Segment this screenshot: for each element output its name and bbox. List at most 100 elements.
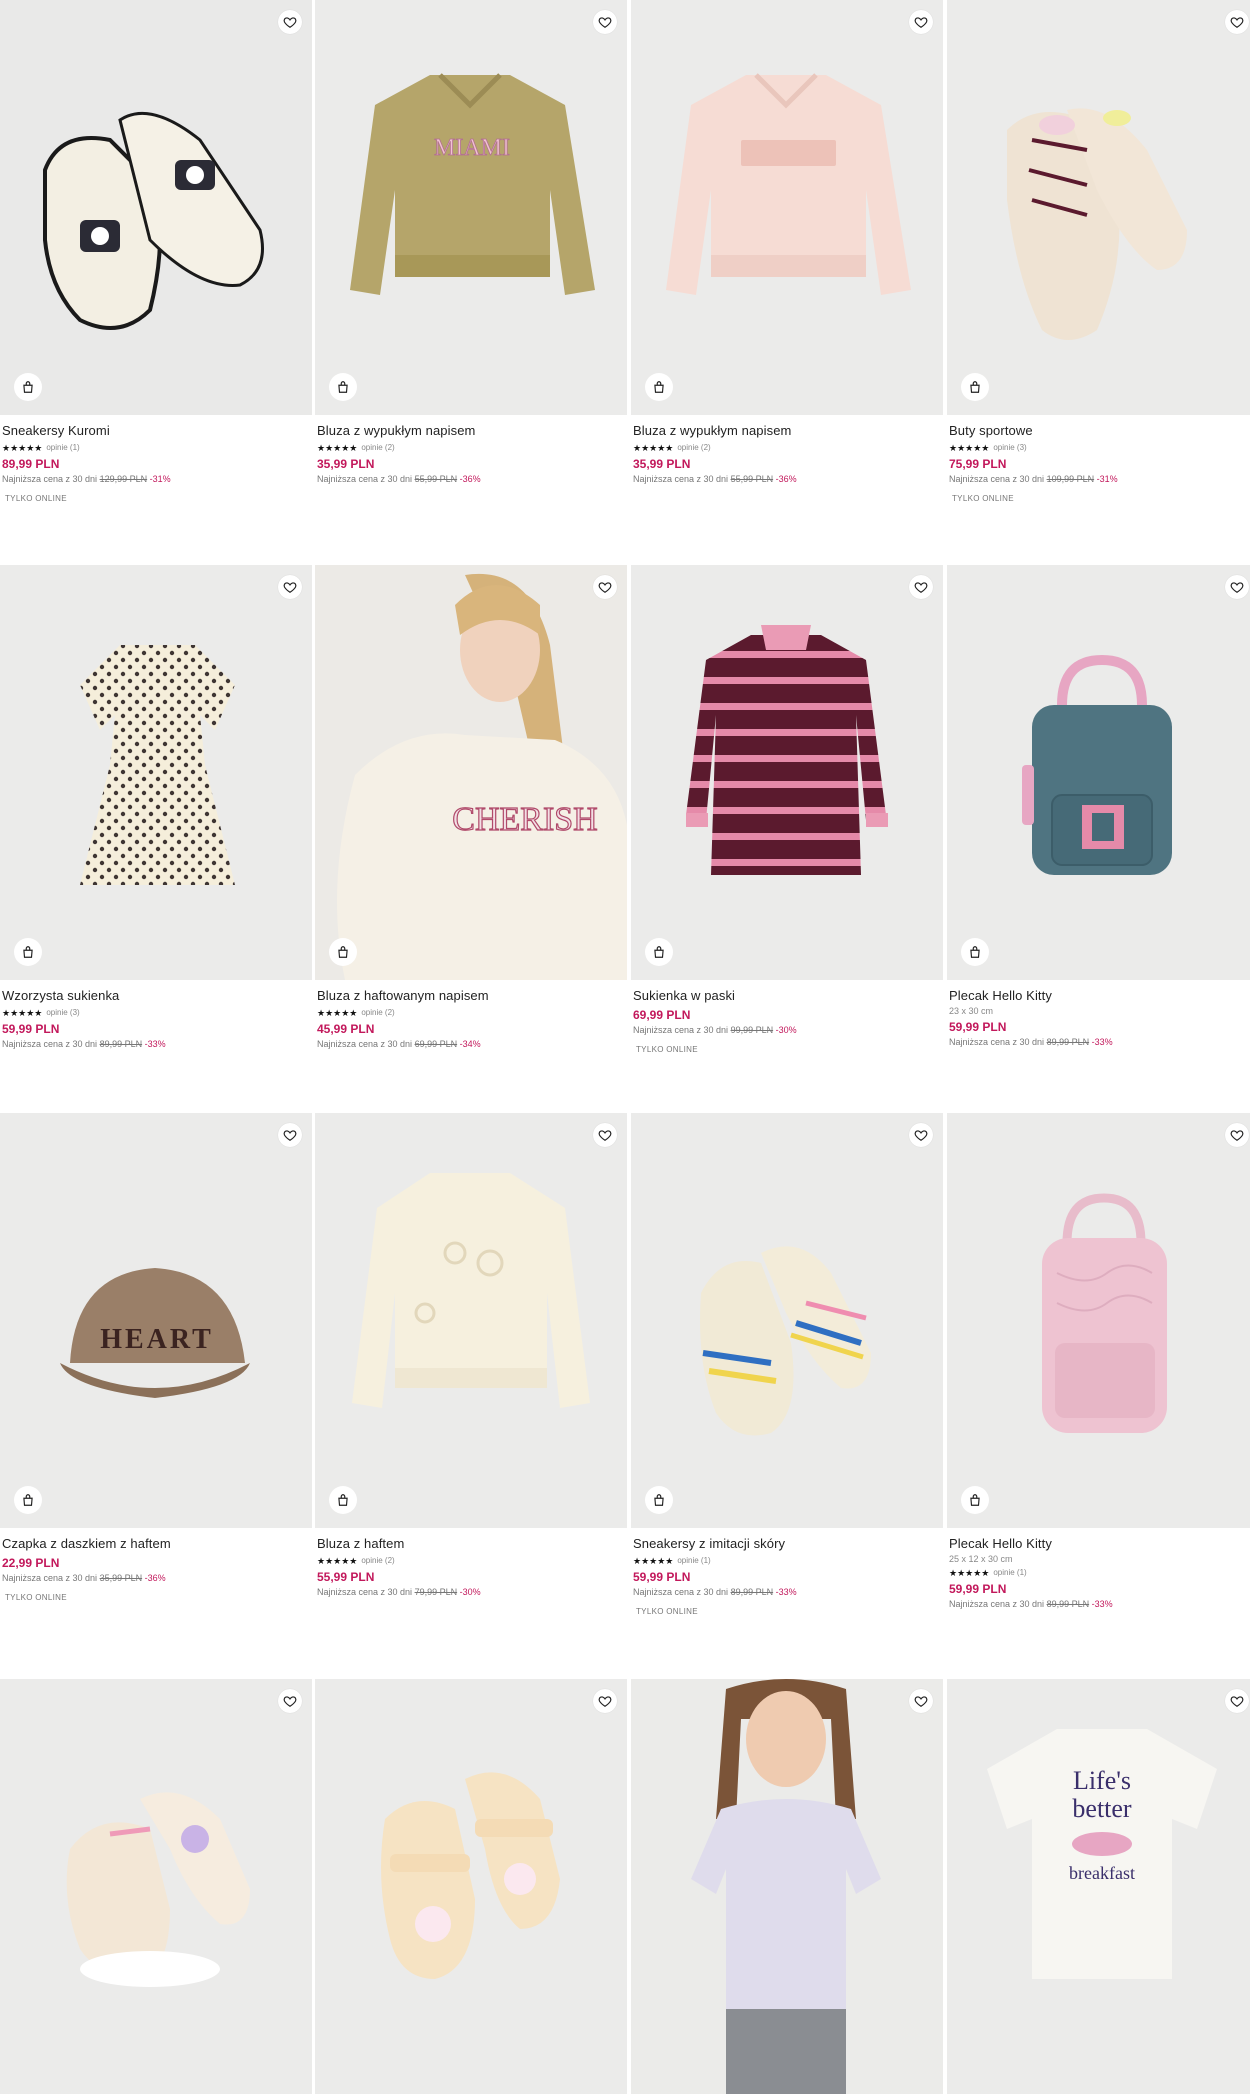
product-image[interactable] (947, 1113, 1250, 1528)
reviews-count[interactable]: opinie (2) (361, 1008, 394, 1017)
wishlist-heart-icon[interactable] (909, 1689, 933, 1713)
reviews-count[interactable]: opinie (2) (677, 443, 710, 452)
add-to-cart-bag-icon[interactable] (961, 1486, 989, 1514)
rating-stars: ★★★★★ (2, 442, 43, 453)
product-card[interactable]: Bluza z haftem ★★★★★ opinie (2) 55,99 PLN… (315, 1113, 627, 1597)
product-image[interactable] (0, 565, 312, 980)
wishlist-heart-icon[interactable] (278, 1123, 302, 1147)
product-image[interactable] (631, 0, 943, 415)
wishlist-heart-icon[interactable] (909, 10, 933, 34)
embroidered-cap-image: HEART (0, 1113, 312, 1528)
product-card[interactable] (315, 1679, 627, 2094)
add-to-cart-bag-icon[interactable] (961, 373, 989, 401)
old-price: 89,99 PLN (1046, 1037, 1090, 1047)
product-rating: ★★★★★ opinie (3) (949, 442, 1250, 453)
product-card[interactable]: Sneakersy z imitacji skóry ★★★★★ opinie (… (631, 1113, 943, 1616)
wishlist-heart-icon[interactable] (278, 1689, 302, 1713)
product-rating: ★★★★★ opinie (2) (317, 1555, 625, 1566)
product-card[interactable]: Sukienka w paski 69,99 PLN Najniższa cen… (631, 565, 943, 1054)
add-to-cart-bag-icon[interactable] (329, 938, 357, 966)
product-image[interactable]: CHERISH (315, 565, 627, 980)
reviews-count[interactable]: opinie (2) (361, 1556, 394, 1565)
product-image[interactable] (947, 0, 1250, 415)
product-card[interactable]: Sneakersy Kuromi ★★★★★ opinie (1) 89,99 P… (0, 0, 312, 503)
product-image[interactable] (0, 1679, 312, 2094)
reviews-count[interactable]: opinie (3) (993, 443, 1026, 452)
rating-stars: ★★★★★ (633, 442, 674, 453)
product-price: 22,99 PLN (2, 1556, 60, 1570)
product-name[interactable]: Bluza z haftem (317, 1536, 625, 1552)
product-name[interactable]: Bluza z wypukłym napisem (633, 423, 941, 439)
print-text: CHERISH (452, 801, 597, 838)
online-only-label: TYLKO ONLINE (952, 494, 1014, 503)
product-card[interactable]: CHERISH Bluza z haftowanym napisem ★★★★★… (315, 565, 627, 1049)
product-card[interactable]: Life's better breakfast (947, 1679, 1250, 2094)
product-image[interactable] (315, 1113, 627, 1528)
add-to-cart-bag-icon[interactable] (961, 938, 989, 966)
add-to-cart-bag-icon[interactable] (14, 938, 42, 966)
kitty-sandals-image (315, 1679, 627, 2094)
product-rating: ★★★★★ opinie (3) (2, 1007, 310, 1018)
wishlist-heart-icon[interactable] (1225, 1689, 1249, 1713)
reviews-count[interactable]: opinie (1) (677, 1556, 710, 1565)
product-name[interactable]: Sneakersy Kuromi (2, 423, 310, 439)
wishlist-heart-icon[interactable] (1225, 1123, 1249, 1147)
reviews-count[interactable]: opinie (1) (993, 1568, 1026, 1577)
reviews-count[interactable]: opinie (1) (46, 443, 79, 452)
add-to-cart-bag-icon[interactable] (645, 373, 673, 401)
wishlist-heart-icon[interactable] (593, 1689, 617, 1713)
product-name[interactable]: Sneakersy z imitacji skóry (633, 1536, 941, 1552)
product-card[interactable]: Plecak Hello Kitty 25 x 12 x 30 cm ★★★★★… (947, 1113, 1250, 1609)
product-image[interactable]: HEART (0, 1113, 312, 1528)
discount-badge: -30% (775, 1025, 797, 1035)
product-card[interactable]: Plecak Hello Kitty 23 x 30 cm 59,99 PLN … (947, 565, 1250, 1047)
product-name[interactable]: Bluza z wypukłym napisem (317, 423, 625, 439)
product-name[interactable]: Plecak Hello Kitty (949, 1536, 1250, 1552)
product-name[interactable]: Plecak Hello Kitty (949, 988, 1250, 1004)
add-to-cart-bag-icon[interactable] (645, 1486, 673, 1514)
product-name[interactable]: Buty sportowe (949, 423, 1250, 439)
product-info: Buty sportowe ★★★★★ opinie (3) 75,99 PLN … (947, 415, 1250, 503)
wishlist-heart-icon[interactable] (278, 575, 302, 599)
lowest-price-label: Najniższa cena z 30 dni (2, 1039, 98, 1049)
product-image[interactable] (631, 1679, 943, 2094)
product-image[interactable]: MIAMI (315, 0, 627, 415)
product-rating: ★★★★★ opinie (1) (2, 442, 310, 453)
wishlist-heart-icon[interactable] (593, 10, 617, 34)
wishlist-heart-icon[interactable] (909, 1123, 933, 1147)
product-image[interactable]: Life's better breakfast (947, 1679, 1250, 2094)
product-card[interactable]: MIAMI Bluza z wypukłym napisem ★★★★★ opin… (315, 0, 627, 484)
product-name[interactable]: Wzorzysta sukienka (2, 988, 310, 1004)
wishlist-heart-icon[interactable] (593, 575, 617, 599)
product-image[interactable] (947, 565, 1250, 980)
add-to-cart-bag-icon[interactable] (329, 373, 357, 401)
product-card[interactable]: HEART Czapka z daszkiem z haftem 22,99 P… (0, 1113, 312, 1602)
wishlist-heart-icon[interactable] (593, 1123, 617, 1147)
reviews-count[interactable]: opinie (3) (46, 1008, 79, 1017)
product-image[interactable] (631, 1113, 943, 1528)
product-card[interactable] (631, 1679, 943, 2094)
wishlist-heart-icon[interactable] (909, 575, 933, 599)
product-image[interactable] (0, 0, 312, 415)
product-card[interactable]: Bluza z wypukłym napisem ★★★★★ opinie (2)… (631, 0, 943, 484)
add-to-cart-bag-icon[interactable] (14, 373, 42, 401)
rating-stars: ★★★★★ (317, 1555, 358, 1566)
product-card[interactable]: Wzorzysta sukienka ★★★★★ opinie (3) 59,99… (0, 565, 312, 1049)
wishlist-heart-icon[interactable] (278, 10, 302, 34)
wishlist-heart-icon[interactable] (1225, 575, 1249, 599)
sport-shoes-image (947, 0, 1250, 415)
product-image[interactable] (315, 1679, 627, 2094)
add-to-cart-bag-icon[interactable] (329, 1486, 357, 1514)
product-name[interactable]: Czapka z daszkiem z haftem (2, 1536, 310, 1552)
add-to-cart-bag-icon[interactable] (14, 1486, 42, 1514)
product-image[interactable] (631, 565, 943, 980)
lowest-price-label: Najniższa cena z 30 dni (317, 1587, 413, 1597)
wishlist-heart-icon[interactable] (1225, 10, 1249, 34)
product-price: 35,99 PLN (633, 457, 691, 471)
reviews-count[interactable]: opinie (2) (361, 443, 394, 452)
product-card[interactable] (0, 1679, 312, 2094)
add-to-cart-bag-icon[interactable] (645, 938, 673, 966)
product-card[interactable]: Buty sportowe ★★★★★ opinie (3) 75,99 PLN … (947, 0, 1250, 503)
product-name[interactable]: Sukienka w paski (633, 988, 941, 1004)
product-name[interactable]: Bluza z haftowanym napisem (317, 988, 625, 1004)
